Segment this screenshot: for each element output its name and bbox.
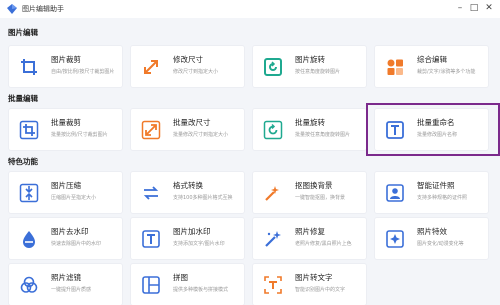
card-name: 图片压缩 — [51, 181, 81, 190]
card-desc: 图片变化/动漫变化等 — [417, 241, 464, 247]
close-button[interactable]: ✕ — [483, 2, 495, 15]
section-title-batch-edit: 批量编辑 — [8, 94, 38, 103]
card-batch-resize[interactable]: 批量改尺寸 批量修改尺寸到指定大小 — [130, 108, 245, 151]
card-rotate[interactable]: 图片旋转 按任意角度旋转图片 — [252, 45, 367, 88]
card-name: 格式转换 — [173, 181, 203, 190]
card-name: 批量改尺寸 — [173, 118, 211, 127]
collage-icon — [141, 275, 161, 295]
section-title-image-edit: 图片编辑 — [8, 28, 38, 37]
batch-rename-icon — [385, 120, 405, 140]
cutout-icon — [263, 183, 283, 203]
card-id-photo[interactable]: 智能证件照 支持多种规格的证件照 — [374, 171, 489, 214]
card-name: 抠图换背景 — [295, 181, 333, 190]
filter-icon — [19, 275, 39, 295]
card-batch-rename[interactable]: 批量重命名 批量修改图片名称 — [374, 108, 489, 151]
card-remove-watermark[interactable]: 图片去水印 快速去除图片中的水印 — [8, 217, 123, 260]
card-desc: 提供多种模板与拼接模式 — [173, 287, 229, 293]
card-desc: 裁剪/文字/涂鸦等多个功能 — [417, 69, 476, 75]
app-title: 图片编辑助手 — [22, 5, 64, 13]
card-desc: 支持多种规格的证件照 — [417, 195, 468, 201]
batch-crop-icon — [19, 120, 39, 140]
card-name: 图片裁剪 — [51, 55, 81, 64]
card-compress[interactable]: 图片压缩 压缩图片至指定大小 — [8, 171, 123, 214]
card-desc: 一键智能抠图，换背景 — [295, 195, 346, 201]
card-name: 批量裁剪 — [51, 118, 81, 127]
card-multi-edit[interactable]: 综合编辑 裁剪/文字/涂鸦等多个功能 — [374, 45, 489, 88]
card-desc: 修改尺寸到指定大小 — [173, 69, 219, 75]
card-desc: 老照片修复/黑白照片上色 — [295, 241, 352, 247]
card-desc: 批量修改图片名称 — [417, 132, 458, 138]
card-name: 修改尺寸 — [173, 55, 203, 64]
card-photo-repair[interactable]: 照片修复 老照片修复/黑白照片上色 — [252, 217, 367, 260]
card-desc: 快速去除图片中的水印 — [51, 241, 102, 247]
card-name: 综合编辑 — [417, 55, 447, 64]
photo-effect-icon — [385, 229, 405, 249]
card-desc: 自由/按比例/按尺寸裁剪图片 — [51, 69, 115, 75]
crop-icon — [19, 57, 39, 77]
card-desc: 智能识别图片中的文字 — [295, 287, 346, 293]
card-name: 图片旋转 — [295, 55, 325, 64]
card-name: 图片加水印 — [173, 227, 211, 236]
card-ocr[interactable]: 图片转文字 智能识别图片中的文字 — [252, 263, 367, 305]
section-title-featured: 特色功能 — [8, 157, 38, 166]
app-logo-icon — [7, 4, 17, 14]
ocr-icon — [263, 275, 283, 295]
card-name: 照片特效 — [417, 227, 447, 236]
card-crop[interactable]: 图片裁剪 自由/按比例/按尺寸裁剪图片 — [8, 45, 123, 88]
card-batch-crop[interactable]: 批量裁剪 批量按比例/尺寸裁剪图片 — [8, 108, 123, 151]
maximize-button[interactable]: □ — [468, 2, 480, 15]
card-name: 智能证件照 — [417, 181, 455, 190]
card-desc: 批量修改尺寸到指定大小 — [173, 132, 229, 138]
card-desc: 批量按比例/尺寸裁剪图片 — [51, 132, 108, 138]
card-desc: 压缩图片至指定大小 — [51, 195, 97, 201]
rotate-icon — [263, 57, 283, 77]
card-desc: 按任意角度旋转图片 — [295, 69, 341, 75]
card-name: 批量重命名 — [417, 118, 455, 127]
card-name: 批量旋转 — [295, 118, 325, 127]
minimize-button[interactable]: – — [454, 2, 466, 15]
card-format-convert[interactable]: 格式转换 支持100多种图片格式互换 — [130, 171, 245, 214]
title-bar: 图片编辑助手 – □ ✕ — [0, 0, 500, 18]
batch-resize-icon — [141, 120, 161, 140]
card-desc: 批量按任意角度旋转图片 — [295, 132, 351, 138]
card-name: 图片转文字 — [295, 273, 333, 282]
resize-icon — [141, 57, 161, 77]
remove-watermark-icon — [19, 229, 39, 249]
compress-icon — [19, 183, 39, 203]
card-add-watermark[interactable]: 图片加水印 支持添加文字/图片水印 — [130, 217, 245, 260]
multi-edit-icon — [385, 57, 405, 77]
card-resize[interactable]: 修改尺寸 修改尺寸到指定大小 — [130, 45, 245, 88]
card-photo-effect[interactable]: 照片特效 图片变化/动漫变化等 — [374, 217, 489, 260]
photo-repair-icon — [263, 229, 283, 249]
card-name: 照片滤镜 — [51, 273, 81, 282]
add-watermark-icon — [141, 229, 161, 249]
card-batch-rotate[interactable]: 批量旋转 批量按任意角度旋转图片 — [252, 108, 367, 151]
card-cutout[interactable]: 抠图换背景 一键智能抠图，换背景 — [252, 171, 367, 214]
card-collage[interactable]: 拼图 提供多种模板与拼接模式 — [130, 263, 245, 305]
card-name: 拼图 — [173, 273, 188, 282]
card-name: 照片修复 — [295, 227, 325, 236]
card-desc: 一键提升图片质感 — [51, 287, 92, 293]
format-convert-icon — [141, 183, 161, 203]
card-filter[interactable]: 照片滤镜 一键提升图片质感 — [8, 263, 123, 305]
batch-rotate-icon — [263, 120, 283, 140]
card-name: 图片去水印 — [51, 227, 89, 236]
card-desc: 支持添加文字/图片水印 — [173, 241, 225, 247]
id-photo-icon — [385, 183, 405, 203]
card-desc: 支持100多种图片格式互换 — [173, 195, 233, 201]
